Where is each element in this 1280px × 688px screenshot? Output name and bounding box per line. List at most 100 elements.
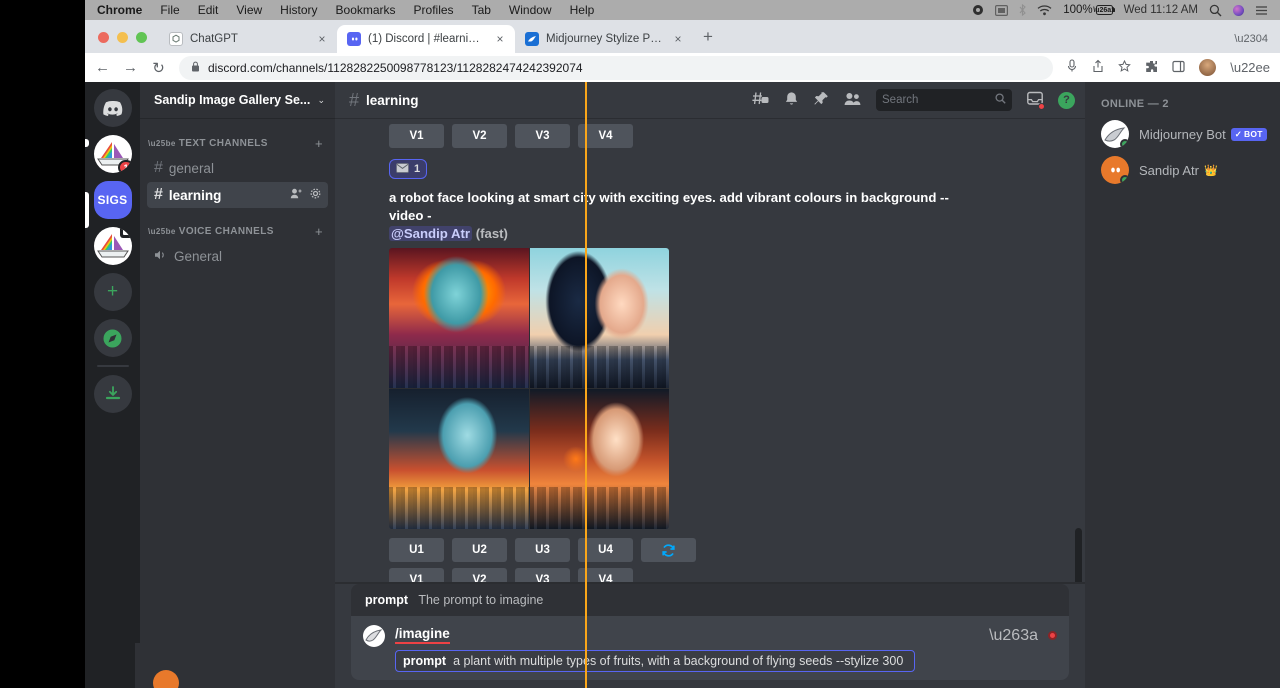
battery-percent-label: 100% <box>1063 4 1092 16</box>
variation-button-v1[interactable]: V1 <box>389 124 444 148</box>
address-bar[interactable]: discord.com/channels/1128282250098778123… <box>179 56 1053 80</box>
variation-button-v3[interactable]: V3 <box>515 124 570 148</box>
upscale-button-u3[interactable]: U3 <box>515 538 570 562</box>
help-icon[interactable]: ? <box>1058 92 1075 109</box>
menubar-item-history[interactable]: History <box>271 3 326 17</box>
extensions-puzzle-icon[interactable] <box>1145 60 1158 76</box>
scrollbar-thumb[interactable] <box>1075 528 1082 584</box>
browser-tab-discord[interactable]: (1) Discord | #learning | Sandip × <box>337 25 515 53</box>
search-input[interactable]: Search <box>876 89 1012 111</box>
slash-command-token[interactable]: /imagine <box>395 626 450 644</box>
control-center-icon[interactable] <box>1255 5 1268 16</box>
tab-close-icon[interactable]: × <box>493 32 507 46</box>
window-minimize-button[interactable] <box>117 32 128 43</box>
member-list-icon[interactable] <box>844 92 861 109</box>
share-icon[interactable] <box>1092 59 1104 76</box>
add-server-button[interactable]: + <box>94 273 132 311</box>
inbox-icon[interactable] <box>1027 91 1043 109</box>
sidebar-item-general[interactable]: # general <box>147 155 328 181</box>
bluetooth-icon[interactable] <box>1019 4 1026 16</box>
menubar-item-help[interactable]: Help <box>561 3 604 17</box>
reroll-refresh-icon[interactable] <box>641 538 696 562</box>
download-apps-button[interactable] <box>94 375 132 413</box>
server-icon-sailboat-2[interactable] <box>94 227 132 265</box>
battery-status[interactable]: 100% \u26a1 <box>1063 4 1112 16</box>
generated-image-grid[interactable] <box>389 248 669 529</box>
crown-icon: 👑 <box>1204 164 1218 177</box>
invite-member-icon[interactable] <box>290 188 303 202</box>
macos-menubar: Chrome File Edit View History Bookmarks … <box>85 0 1280 20</box>
window-maximize-button[interactable] <box>136 32 147 43</box>
category-voice-channels[interactable]: \u25be VOICE CHANNELS + <box>140 220 335 242</box>
message-scrollbar[interactable] <box>1075 128 1082 574</box>
wifi-icon[interactable] <box>1037 5 1052 16</box>
spotlight-search-icon[interactable] <box>1209 4 1222 17</box>
channel-sidebar: Sandip Image Gallery Se... ⌄ \u25be TEXT… <box>140 82 335 688</box>
back-button[interactable]: ← <box>95 59 110 76</box>
sidebar-item-learning[interactable]: # learning <box>147 182 328 208</box>
category-text-channels[interactable]: \u25be TEXT CHANNELS + <box>140 132 335 154</box>
browser-tab-chatgpt[interactable]: ChatGPT × <box>159 25 337 53</box>
generated-image-1[interactable] <box>389 248 529 388</box>
server-icon-home[interactable] <box>94 89 132 127</box>
midjourney-icon <box>525 32 539 46</box>
battery-charging-icon: \u26a1 <box>1096 5 1113 15</box>
message-input-box[interactable]: /imagine prompt a plant with multiple ty… <box>351 617 1069 680</box>
emoji-smiley-icon[interactable]: \u263a <box>989 627 1038 645</box>
record-icon[interactable] <box>972 4 984 16</box>
menubar-clock[interactable]: Wed 11:12 AM <box>1124 4 1198 16</box>
create-channel-button[interactable]: + <box>315 136 327 151</box>
menubar-item-profiles[interactable]: Profiles <box>405 3 463 17</box>
notification-bell-icon[interactable] <box>784 91 799 110</box>
menubar-item-tab[interactable]: Tab <box>463 3 500 17</box>
new-tab-button[interactable]: + <box>693 27 723 53</box>
upscale-button-u1[interactable]: U1 <box>389 538 444 562</box>
generated-image-2[interactable] <box>530 248 670 388</box>
status-badge: ✓BOT <box>1231 128 1267 141</box>
chevron-down-icon[interactable]: ⌄ <box>317 95 325 106</box>
siri-icon[interactable] <box>1233 5 1244 16</box>
member-name: Midjourney Bot ✓BOT <box>1139 127 1267 142</box>
avatar[interactable] <box>153 670 179 688</box>
chrome-menu-icon[interactable]: \u22ee <box>1230 60 1270 75</box>
member-name-label: Midjourney Bot <box>1139 127 1226 142</box>
screen-mirroring-icon[interactable] <box>995 5 1008 16</box>
message-list[interactable]: V1 V2 V3 V4 1 a robot face looking at sm… <box>335 118 1085 584</box>
record-dot-icon[interactable] <box>1048 631 1057 640</box>
user-mention[interactable]: @Sandip Atr <box>389 226 472 241</box>
menubar-item-bookmarks[interactable]: Bookmarks <box>327 3 405 17</box>
list-item[interactable]: Sandip Atr 👑 <box>1085 152 1280 188</box>
create-voice-channel-button[interactable]: + <box>315 224 327 239</box>
menubar-item-edit[interactable]: Edit <box>189 3 228 17</box>
variation-button-v2[interactable]: V2 <box>452 124 507 148</box>
menubar-item-view[interactable]: View <box>227 3 271 17</box>
menubar-item-file[interactable]: File <box>151 3 188 17</box>
channel-settings-gear-icon[interactable] <box>310 188 321 202</box>
threads-icon[interactable] <box>752 91 769 109</box>
generated-image-3[interactable] <box>389 389 529 529</box>
server-icon-sigs[interactable]: SIGS <box>94 181 132 219</box>
reload-button[interactable]: ↻ <box>151 59 166 77</box>
sidebar-item-voice-general[interactable]: General <box>147 243 328 269</box>
side-panel-icon[interactable] <box>1172 60 1185 76</box>
tab-close-icon[interactable]: × <box>671 32 685 46</box>
tab-close-icon[interactable]: × <box>315 32 329 46</box>
server-name-header[interactable]: Sandip Image Gallery Se... ⌄ <box>140 82 335 118</box>
explore-servers-button[interactable] <box>94 319 132 357</box>
menubar-item-window[interactable]: Window <box>500 3 561 17</box>
upscale-button-u2[interactable]: U2 <box>452 538 507 562</box>
generated-image-4[interactable] <box>530 389 670 529</box>
window-close-button[interactable] <box>98 32 109 43</box>
forward-button[interactable]: → <box>123 59 138 76</box>
list-item[interactable]: Midjourney Bot ✓BOT <box>1085 116 1280 152</box>
pinned-messages-icon[interactable] <box>814 91 829 109</box>
reaction-badge-top[interactable]: 1 <box>389 159 427 179</box>
mic-icon[interactable] <box>1066 59 1078 76</box>
menubar-app-name[interactable]: Chrome <box>93 3 151 17</box>
bookmark-star-icon[interactable] <box>1118 60 1131 76</box>
browser-tab-midjourney[interactable]: Midjourney Stylize Parameter × <box>515 25 693 53</box>
profile-avatar-icon[interactable] <box>1199 59 1216 76</box>
server-icon-sailboat[interactable]: 1 <box>94 135 132 173</box>
tabstrip-chevron-icon[interactable]: \u2304 <box>1234 33 1280 53</box>
prompt-argument-field[interactable]: prompt a plant with multiple types of fr… <box>395 650 915 672</box>
